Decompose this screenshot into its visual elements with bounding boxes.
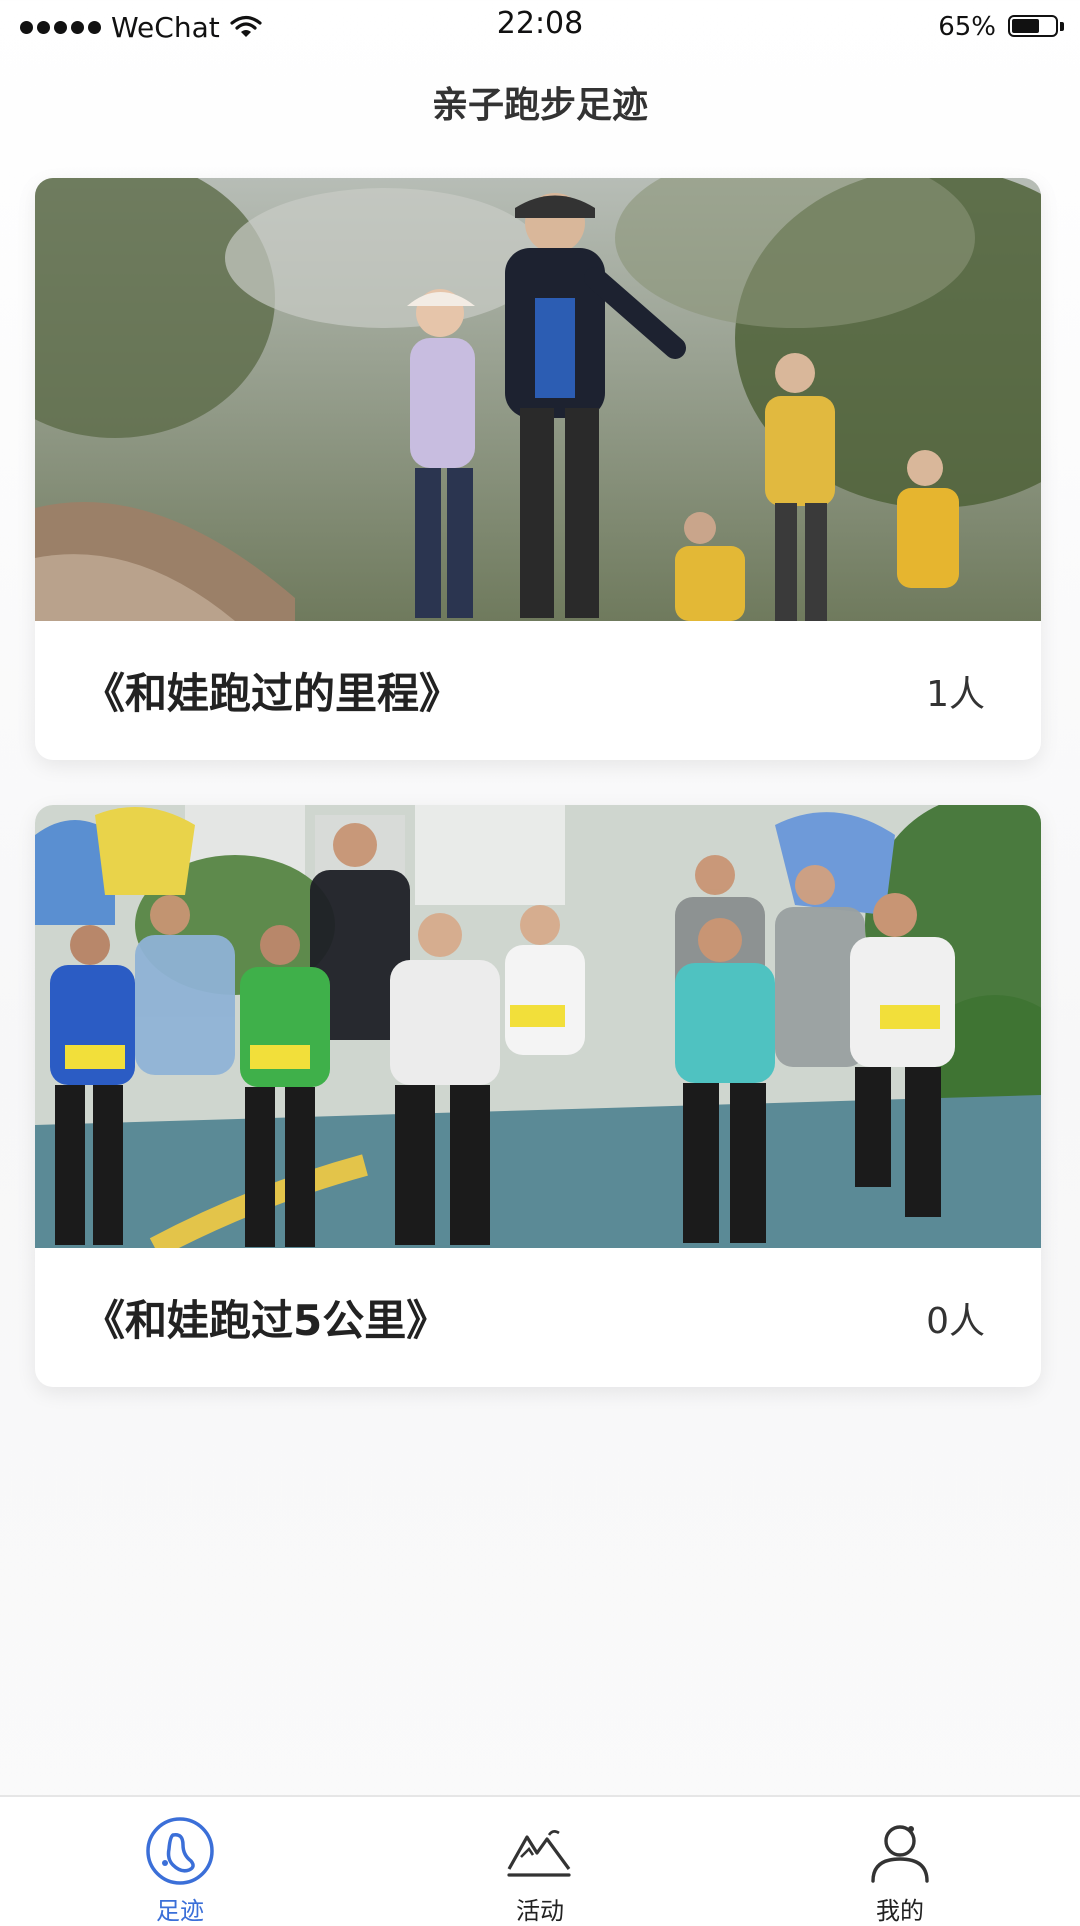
tab-label: 我的 [876, 1897, 924, 1925]
user-icon [863, 1815, 937, 1889]
mountain-icon [503, 1815, 577, 1889]
footprint-icon [143, 1815, 217, 1889]
battery-icon [1008, 15, 1064, 39]
tab-profile[interactable]: 我的 [720, 1797, 1080, 1925]
battery-percentage: 65% [938, 12, 996, 42]
track-card-5km[interactable]: 《和娃跑过5公里》 0人 [35, 805, 1041, 1387]
participant-count: 1人 [926, 673, 985, 715]
card-title: 《和娃跑过5公里》 [83, 1296, 449, 1345]
status-right: 65% [938, 8, 1064, 46]
battery-level [1012, 19, 1039, 33]
card-title: 《和娃跑过的里程》 [83, 669, 462, 718]
track-card-mileage[interactable]: 《和娃跑过的里程》 1人 [35, 178, 1041, 760]
card-footer: 《和娃跑过的里程》 1人 [35, 621, 1041, 760]
status-bar: WeChat 22:08 65% [0, 0, 1080, 56]
card-photo-trail-running [35, 178, 1041, 621]
bottom-tab-bar: 足迹 活动 我的 [0, 1795, 1080, 1925]
card-footer: 《和娃跑过5公里》 0人 [35, 1248, 1041, 1387]
tab-label: 足迹 [156, 1897, 204, 1925]
status-time: 22:08 [496, 6, 584, 41]
tab-footprint[interactable]: 足迹 [0, 1797, 360, 1925]
card-photo-kids-race [35, 805, 1041, 1248]
page-title: 亲子跑步足迹 [431, 85, 648, 126]
tab-activity[interactable]: 活动 [360, 1797, 720, 1925]
participant-count: 0人 [926, 1300, 985, 1342]
tab-label: 活动 [516, 1897, 564, 1925]
